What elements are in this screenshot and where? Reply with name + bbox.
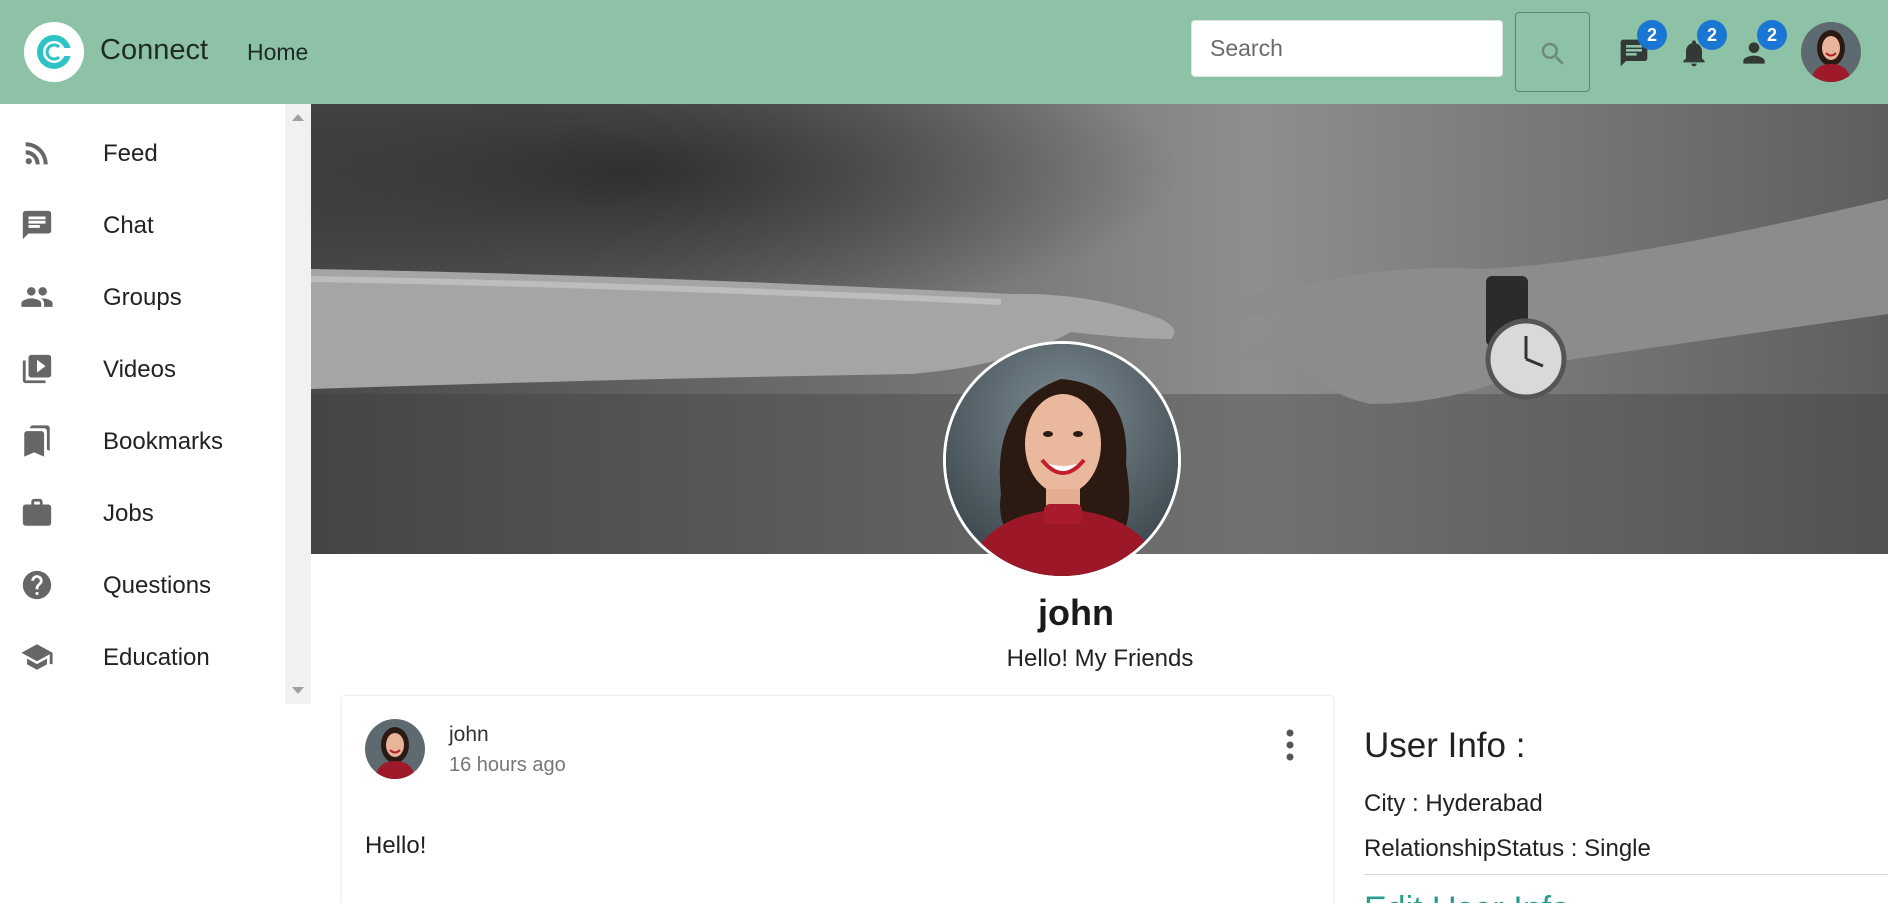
chat-icon (22, 210, 52, 240)
more-options-button[interactable] (1284, 728, 1296, 762)
sidebar-item-jobs[interactable]: Jobs (0, 476, 285, 548)
sidebar-item-label: Bookmarks (103, 428, 224, 455)
profile-bio: Hello! My Friends (1006, 645, 1194, 672)
app-name[interactable]: Connect (100, 34, 208, 67)
sidebar-item-label: Feed (103, 140, 158, 167)
top-app-bar: Connect Home 2 2 2 (0, 0, 1888, 104)
avatar-photo (1801, 22, 1861, 82)
friend-requests-button[interactable]: 2 (1735, 20, 1787, 72)
sidebar-item-videos[interactable]: Videos (0, 332, 285, 404)
sidebar-item-label: Education (103, 644, 210, 671)
connect-logo[interactable] (24, 22, 84, 82)
sidebar-item-groups[interactable]: Groups (0, 260, 285, 332)
sidebar-scrollbar[interactable] (285, 104, 311, 704)
search-input[interactable] (1191, 20, 1503, 77)
sidebar-item-label: Videos (103, 356, 176, 383)
sidebar-item-label: Jobs (103, 500, 154, 527)
profile-picture[interactable] (943, 341, 1181, 579)
sidebar-item-bookmarks[interactable]: Bookmarks (0, 404, 285, 476)
divider (1364, 874, 1888, 875)
sidebar-item-label: Questions (103, 572, 212, 599)
post-card: john 16 hours ago Hello! (341, 695, 1334, 903)
messages-badge: 2 (1637, 20, 1667, 50)
sidebar-item-feed[interactable]: Feed (0, 116, 285, 188)
post-timestamp: 16 hours ago (449, 754, 566, 776)
sidebar-item-chat[interactable]: Chat (0, 188, 285, 260)
post-author-name[interactable]: john (449, 723, 489, 747)
account-avatar[interactable] (1801, 22, 1861, 82)
user-info-relationship: RelationshipStatus : Single (1364, 835, 1651, 862)
sidebar-menu: Feed Chat Groups Videos Bookmarks Jobs Q… (0, 104, 285, 704)
scroll-down-arrow-icon[interactable] (292, 687, 304, 694)
user-info-panel: User Info : City : Hyderabad Relationshi… (1364, 726, 1888, 903)
edit-user-info-link[interactable]: Edit User Info (1364, 890, 1570, 903)
notifications-badge: 2 (1697, 20, 1727, 50)
video-library-icon (22, 354, 52, 384)
sidebar-item-education[interactable]: Education (0, 620, 285, 692)
post-content: Hello! (365, 832, 427, 859)
sidebar-item-label: Groups (103, 284, 182, 311)
nav-home-link[interactable]: Home (247, 39, 308, 66)
help-icon (22, 570, 52, 600)
user-info-city: City : Hyderabad (1364, 790, 1543, 817)
work-icon (22, 498, 52, 526)
logo-icon (37, 35, 72, 69)
notifications-button[interactable]: 2 (1675, 20, 1727, 72)
search-icon (1541, 42, 1564, 65)
scroll-up-arrow-icon[interactable] (292, 114, 304, 121)
avatar-photo (365, 719, 425, 779)
post-author-avatar[interactable] (365, 719, 425, 779)
profile-name: john (1038, 592, 1114, 633)
rss-feed-icon (25, 142, 48, 165)
friend-requests-badge: 2 (1757, 20, 1787, 50)
user-info-title: User Info : (1364, 726, 1526, 765)
groups-icon (21, 287, 53, 307)
search-button[interactable] (1515, 12, 1590, 92)
bookmarks-icon (24, 425, 50, 457)
school-icon (21, 644, 53, 670)
profile-photo (946, 344, 1178, 576)
more-vert-icon (1286, 729, 1294, 761)
sidebar-item-questions[interactable]: Questions (0, 548, 285, 620)
messages-button[interactable]: 2 (1615, 20, 1667, 72)
sidebar-item-label: Chat (103, 212, 154, 239)
